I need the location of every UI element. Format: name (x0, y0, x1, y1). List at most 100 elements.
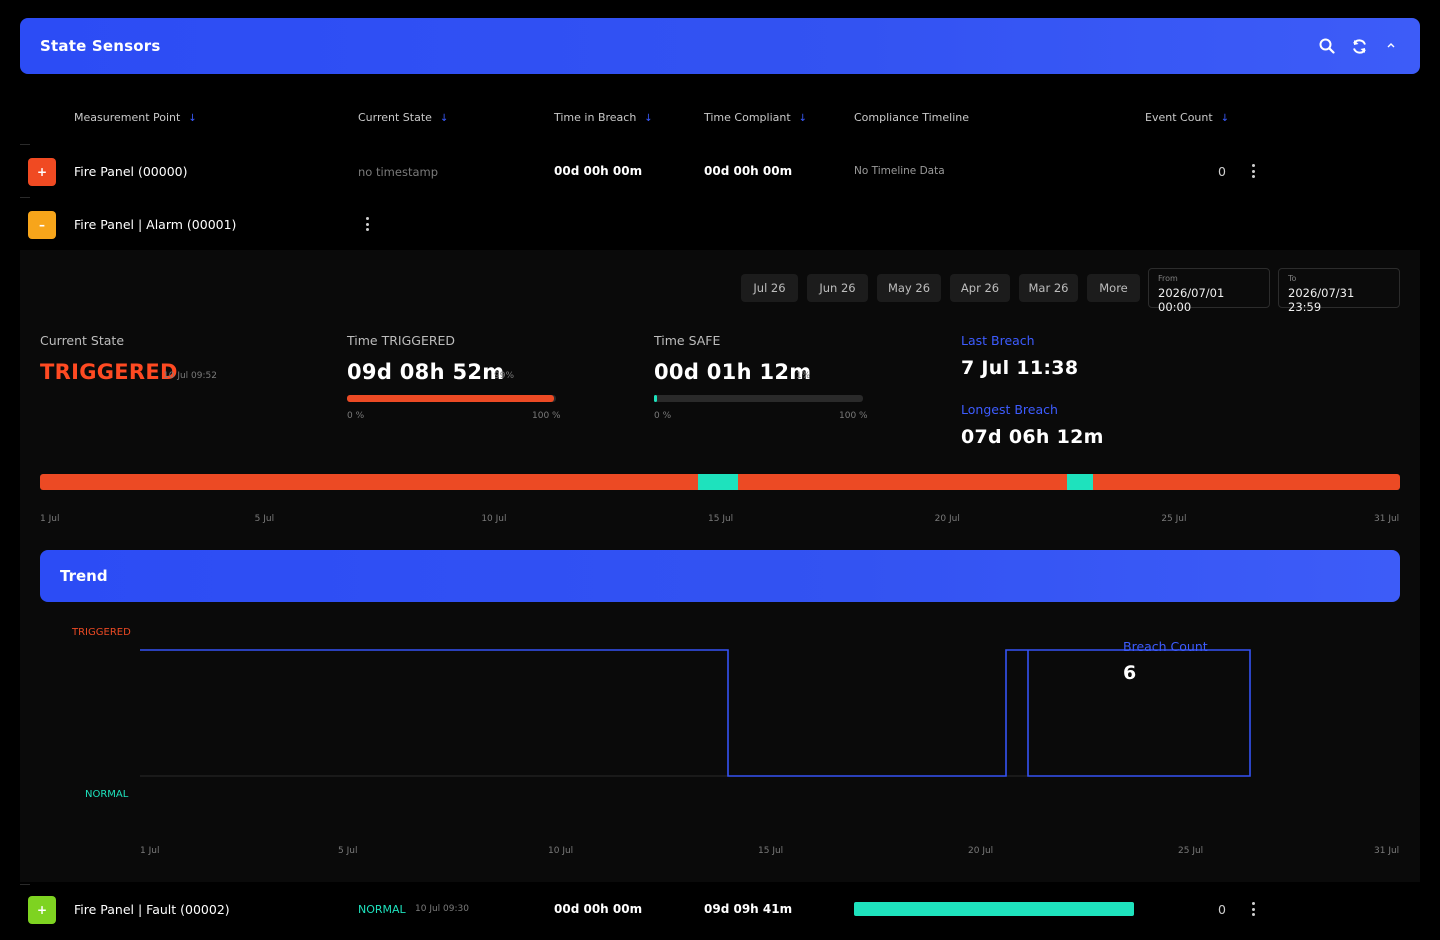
event-count-value: 0 (1218, 164, 1226, 179)
sort-arrow-icon[interactable]: ↓ (799, 113, 807, 124)
time-safe-value: 00d 01h 12m (654, 360, 812, 384)
safe-segment (1066, 474, 1093, 490)
axis-tick-label: 31 Jul (1374, 846, 1400, 856)
refresh-icon[interactable] (1350, 37, 1368, 55)
current-state-time: 10 Jul 09:30 (415, 904, 469, 914)
trend-chart (140, 649, 1251, 777)
measurement-point-name: Fire Panel (00000) (74, 164, 188, 179)
trend-state-line (140, 649, 1251, 777)
longest-breach-label: Longest Breach (961, 402, 1058, 417)
breach-count-label: Breach Count (1123, 639, 1208, 654)
time-in-breach-value: 00d 00h 00m (554, 902, 643, 916)
breach-count-value: 6 (1123, 662, 1137, 684)
measurement-point-name: Fire Panel | Fault (00002) (74, 902, 230, 917)
last-breach-label: Last Breach (961, 333, 1035, 348)
time-triggered-progress-fill (347, 395, 554, 402)
from-date-field[interactable]: From 2026/07/01 00:00 (1148, 268, 1270, 314)
compliance-timeline-empty: No Timeline Data (854, 165, 945, 177)
column-header-time-compliant[interactable]: Time Compliant ↓ (704, 111, 807, 124)
compliance-timeline-bar (854, 902, 1134, 916)
collapse-chevron-icon[interactable] (1382, 37, 1400, 55)
axis-tick-label: 5 Jul (338, 846, 358, 856)
time-safe-progress (654, 395, 863, 402)
column-header-compliance-timeline: Compliance Timeline (854, 111, 970, 124)
sort-arrow-icon[interactable]: ↓ (1221, 113, 1229, 124)
axis-tick-label: 20 Jul (934, 514, 960, 524)
axis-tick-label: 25 Jul (1161, 514, 1187, 524)
axis-tick-label: 1 Jul (140, 846, 160, 856)
safe-segment (698, 474, 738, 490)
preset-button[interactable]: May 26 (877, 274, 941, 302)
time-compliant-value: 09d 09h 41m (704, 902, 793, 916)
search-icon[interactable] (1318, 37, 1336, 55)
table-header: Measurement Point ↓ Current State ↓ Time i… (0, 108, 1440, 128)
table-row: + Fire Panel | Fault (00002) NORMAL 10 J… (0, 889, 1440, 929)
trend-title: Trend (60, 567, 108, 585)
longest-breach-value: 07d 06h 12m (961, 426, 1104, 448)
axis-tick-label: 15 Jul (758, 846, 784, 856)
axis-tick-label: 25 Jul (1178, 846, 1204, 856)
to-date-field[interactable]: To 2026/07/31 23:59 (1278, 268, 1400, 314)
column-header-event-count[interactable]: Event Count ↓ (1145, 111, 1229, 124)
axis-tick-label: 31 Jul (1374, 514, 1400, 524)
collapse-button[interactable]: – (28, 211, 56, 239)
time-triggered-progress (347, 395, 556, 402)
sort-arrow-icon[interactable]: ↓ (644, 113, 652, 124)
last-breach-value: 7 Jul 11:38 (961, 357, 1079, 379)
current-state-time: 10 Jul 09:52 (163, 371, 217, 381)
row-menu-icon[interactable] (1248, 162, 1258, 180)
column-header-measurement-point[interactable]: Measurement Point ↓ (74, 111, 197, 124)
row-menu-icon[interactable] (1248, 900, 1258, 918)
axis-tick-label: 15 Jul (708, 514, 734, 524)
measurement-point-name: Fire Panel | Alarm (00001) (74, 217, 237, 232)
row-menu-icon[interactable] (362, 215, 372, 233)
time-triggered-label: Time TRIGGERED (347, 333, 456, 348)
preset-button[interactable]: Mar 26 (1019, 274, 1078, 302)
column-header-time-in-breach[interactable]: Time in Breach ↓ (554, 111, 653, 124)
page-title: State Sensors (40, 37, 161, 55)
preset-button[interactable]: Apr 26 (950, 274, 1010, 302)
from-label: From (1158, 274, 1178, 283)
time-safe-progress-fill (654, 395, 657, 402)
axis-tick-label: 10 Jul (548, 846, 574, 856)
trend-header: Trend (40, 550, 1400, 602)
progress-max-label: 100 % (839, 411, 868, 421)
to-label: To (1288, 274, 1297, 283)
time-triggered-value: 09d 08h 52m (347, 360, 505, 384)
preset-button[interactable]: Jun 26 (807, 274, 868, 302)
column-header-current-state[interactable]: Current State ↓ (358, 111, 448, 124)
current-state-value: no timestamp (358, 165, 439, 179)
from-value: 2026/07/01 00:00 (1158, 286, 1225, 314)
more-presets-button[interactable]: More (1087, 274, 1140, 302)
current-state-value: NORMAL (358, 903, 406, 916)
progress-min-label: 0 % (347, 411, 365, 421)
time-in-breach-value: 00d 00h 00m (554, 164, 643, 178)
time-safe-percent: 1% (796, 371, 811, 381)
preset-button[interactable]: Jul 26 (741, 274, 798, 302)
axis-tick-label: 5 Jul (254, 514, 275, 524)
current-state-value: TRIGGERED (40, 360, 178, 384)
row-divider (20, 197, 30, 198)
table-row: + Fire Panel (00000) no timestamp 00d 00… (0, 151, 1440, 191)
row-divider (20, 144, 30, 145)
time-compliant-value: 00d 00h 00m (704, 164, 793, 178)
sort-arrow-icon[interactable]: ↓ (188, 113, 196, 124)
axis-tick-label: 20 Jul (968, 846, 994, 856)
expand-button[interactable]: + (28, 896, 56, 924)
progress-min-label: 0 % (654, 411, 672, 421)
page-header: State Sensors (20, 18, 1420, 74)
sort-arrow-icon[interactable]: ↓ (440, 113, 448, 124)
event-count-value: 0 (1218, 902, 1226, 917)
axis-tick-label: 10 Jul (481, 514, 507, 524)
time-safe-label: Time SAFE (654, 333, 721, 348)
progress-max-label: 100 % (532, 411, 561, 421)
current-state-label: Current State (40, 333, 125, 348)
expand-button[interactable]: + (28, 158, 56, 186)
sensor-detail-panel: Jul 26 Jun 26 May 26 Apr 26 Mar 26 More … (20, 250, 1420, 882)
row-divider (20, 884, 30, 885)
time-triggered-percent: 99% (494, 371, 515, 381)
compliance-timeline-bar (40, 474, 1400, 490)
to-value: 2026/07/31 23:59 (1288, 286, 1355, 314)
table-row: – Fire Panel | Alarm (00001) (0, 204, 1440, 244)
axis-tick-label: 1 Jul (40, 514, 60, 524)
